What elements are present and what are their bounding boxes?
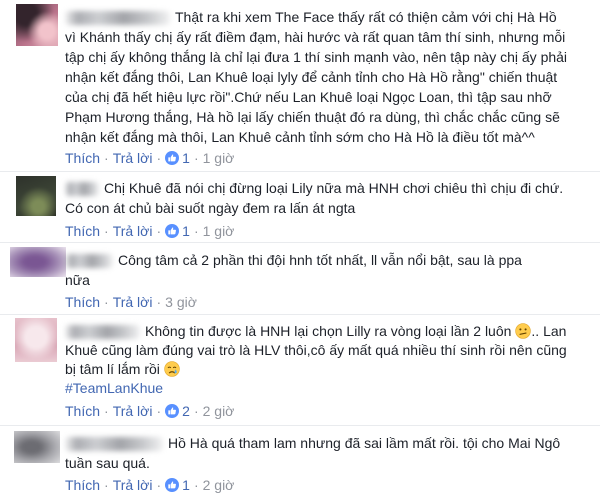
avatar[interactable] <box>14 431 60 463</box>
reaction-count: 2 <box>182 403 190 419</box>
comment-line: của chị đã hết hiệu lực rồi".Chứ nếu Lan… <box>65 89 552 105</box>
reactions-summary[interactable]: 1 <box>165 477 190 493</box>
separator-dot: · <box>104 403 109 419</box>
separator-dot: · <box>193 403 199 419</box>
comment-line: Hồ Hà quá tham lam nhưng đã sai lầm mất … <box>65 433 560 453</box>
avatar-image <box>16 4 58 46</box>
comment-timestamp[interactable]: 1 giờ <box>203 223 235 239</box>
crying-face-icon <box>164 361 180 377</box>
confused-face-icon <box>515 323 532 339</box>
like-button[interactable]: Thích <box>65 223 100 239</box>
comment-body: Công tâm cả 2 phần thi đội hnh tốt nhất,… <box>65 250 522 290</box>
like-button[interactable]: Thích <box>65 294 100 310</box>
hashtag-link[interactable]: #TeamLanKhue <box>65 380 163 396</box>
comment-body: Hồ Hà quá tham lam nhưng đã sai lầm mất … <box>65 433 560 473</box>
separator-dot: · <box>104 477 109 493</box>
comment-text: bị tâm lí lắm rồi <box>65 361 160 377</box>
comment-timestamp[interactable]: 2 giờ <box>203 403 235 419</box>
comment-actions: Thích · Trả lời · 1 · 1 giờ <box>65 148 234 168</box>
avatar[interactable] <box>16 4 58 46</box>
separator-dot: · <box>193 477 199 493</box>
comment-line: Phạm Hương thắng, Hà hồ lại lấy chiến th… <box>65 109 560 125</box>
comment-text: Chị Khuê đã nói chị đừng loại Lily nữa m… <box>104 180 564 196</box>
comment-body: Không tin được là HNH lại chọn Lilly ra … <box>65 322 567 398</box>
separator-dot: · <box>156 294 162 310</box>
avatar-image <box>15 318 57 362</box>
like-reaction-icon <box>165 224 180 238</box>
author-name-redacted[interactable] <box>65 325 140 340</box>
like-button[interactable]: Thích <box>65 150 100 166</box>
comment-line: #TeamLanKhue <box>65 379 567 398</box>
avatar-image <box>16 176 56 216</box>
comment-line: tập chị ấy không thắng là chỉ lại đưa 1 … <box>65 49 568 65</box>
like-button[interactable]: Thích <box>65 403 100 419</box>
comment-actions: Thích · Trả lời · 3 giờ <box>65 292 197 312</box>
comments-panel: Thật ra khi xem The Face thấy rất có thi… <box>0 0 600 501</box>
author-name-redacted[interactable] <box>65 11 170 26</box>
author-name-redacted[interactable] <box>65 182 99 197</box>
comment-line: Không tin được là HNH lại chọn Lilly ra … <box>65 322 567 341</box>
comment-actions: Thích · Trả lời · 2 · 2 giờ <box>65 401 234 421</box>
comment-line: tuần sau quá. <box>65 455 150 471</box>
comment-line: Thật ra khi xem The Face thấy rất có thi… <box>65 7 567 27</box>
comment-line: Công tâm cả 2 phần thi đội hnh tốt nhất,… <box>65 250 522 270</box>
separator-dot: · <box>156 223 162 239</box>
reactions-summary[interactable]: 1 <box>165 150 190 166</box>
comment-actions: Thích · Trả lời · 1 · 1 giờ <box>65 221 234 241</box>
comment-text: Không tin được là HNH lại chọn Lilly ra … <box>145 323 512 339</box>
like-button[interactable]: Thích <box>65 477 100 493</box>
reactions-summary[interactable]: 2 <box>165 403 190 419</box>
reply-button[interactable]: Trả lời <box>113 403 153 419</box>
reactions-summary[interactable]: 1 <box>165 223 190 239</box>
comment: Không tin được là HNH lại chọn Lilly ra … <box>0 315 600 425</box>
avatar-image <box>14 431 60 463</box>
comment-text: Hồ Hà quá tham lam nhưng đã sai lầm mất … <box>168 435 561 451</box>
avatar[interactable] <box>15 318 57 362</box>
reply-button[interactable]: Trả lời <box>113 150 153 166</box>
comment: Chị Khuê đã nói chị đừng loại Lily nữa m… <box>0 172 600 242</box>
comment: Hồ Hà quá tham lam nhưng đã sai lầm mất … <box>0 426 600 501</box>
reaction-count: 1 <box>182 477 190 493</box>
avatar-image <box>10 247 66 277</box>
comment-text: Công tâm cả 2 phần thi đội hnh tốt nhất,… <box>118 252 522 268</box>
avatar[interactable] <box>16 176 56 216</box>
comment-line: vì Khánh thấy chị ấy rất điềm đạm, hài h… <box>65 29 566 45</box>
comment: Thật ra khi xem The Face thấy rất có thi… <box>0 0 600 171</box>
comment-actions: Thích · Trả lời · 1 · 2 giờ <box>65 475 234 495</box>
reply-button[interactable]: Trả lời <box>113 294 153 310</box>
separator-dot: · <box>156 477 162 493</box>
comment-timestamp[interactable]: 1 giờ <box>203 150 235 166</box>
reply-button[interactable]: Trả lời <box>113 477 153 493</box>
separator-dot: · <box>104 294 109 310</box>
comment-line: Có con át chủ bài suốt ngày đem ra lấn á… <box>65 200 356 216</box>
comment-body: Thật ra khi xem The Face thấy rất có thi… <box>65 7 567 147</box>
comment-line: bị tâm lí lắm rồi <box>65 360 567 379</box>
comment-timestamp[interactable]: 3 giờ <box>165 294 197 310</box>
comment-text: Thật ra khi xem The Face thấy rất có thi… <box>175 9 557 25</box>
author-name-redacted[interactable] <box>65 437 163 452</box>
reaction-count: 1 <box>182 150 190 166</box>
comment-line: Khuê cũng làm đúng vai trò là HLV thôi,c… <box>65 342 567 358</box>
avatar[interactable] <box>10 247 66 277</box>
separator-dot: · <box>193 150 199 166</box>
comment-line: Chị Khuê đã nói chị đừng loại Lily nữa m… <box>65 178 563 198</box>
comment-text: .. Lan <box>531 323 567 339</box>
like-reaction-icon <box>165 151 180 165</box>
comment-line: nữa <box>65 272 90 288</box>
separator-dot: · <box>156 403 162 419</box>
separator-dot: · <box>156 150 162 166</box>
separator-dot: · <box>104 223 109 239</box>
comment-line: nhận kết đắng mà thôi, Lan Khuê cảnh tỉn… <box>65 129 535 145</box>
reply-button[interactable]: Trả lời <box>113 223 153 239</box>
separator-dot: · <box>104 150 109 166</box>
author-name-redacted[interactable] <box>65 254 113 269</box>
reaction-count: 1 <box>182 223 190 239</box>
comment: Công tâm cả 2 phần thi đội hnh tốt nhất,… <box>0 243 600 314</box>
comment-body: Chị Khuê đã nói chị đừng loại Lily nữa m… <box>65 178 563 218</box>
comment-line: nhận kết đắng thôi, Lan Khuê loại lyly đ… <box>65 69 558 85</box>
like-reaction-icon <box>165 478 180 492</box>
comment-timestamp[interactable]: 2 giờ <box>203 477 235 493</box>
like-reaction-icon <box>165 404 180 418</box>
separator-dot: · <box>193 223 199 239</box>
